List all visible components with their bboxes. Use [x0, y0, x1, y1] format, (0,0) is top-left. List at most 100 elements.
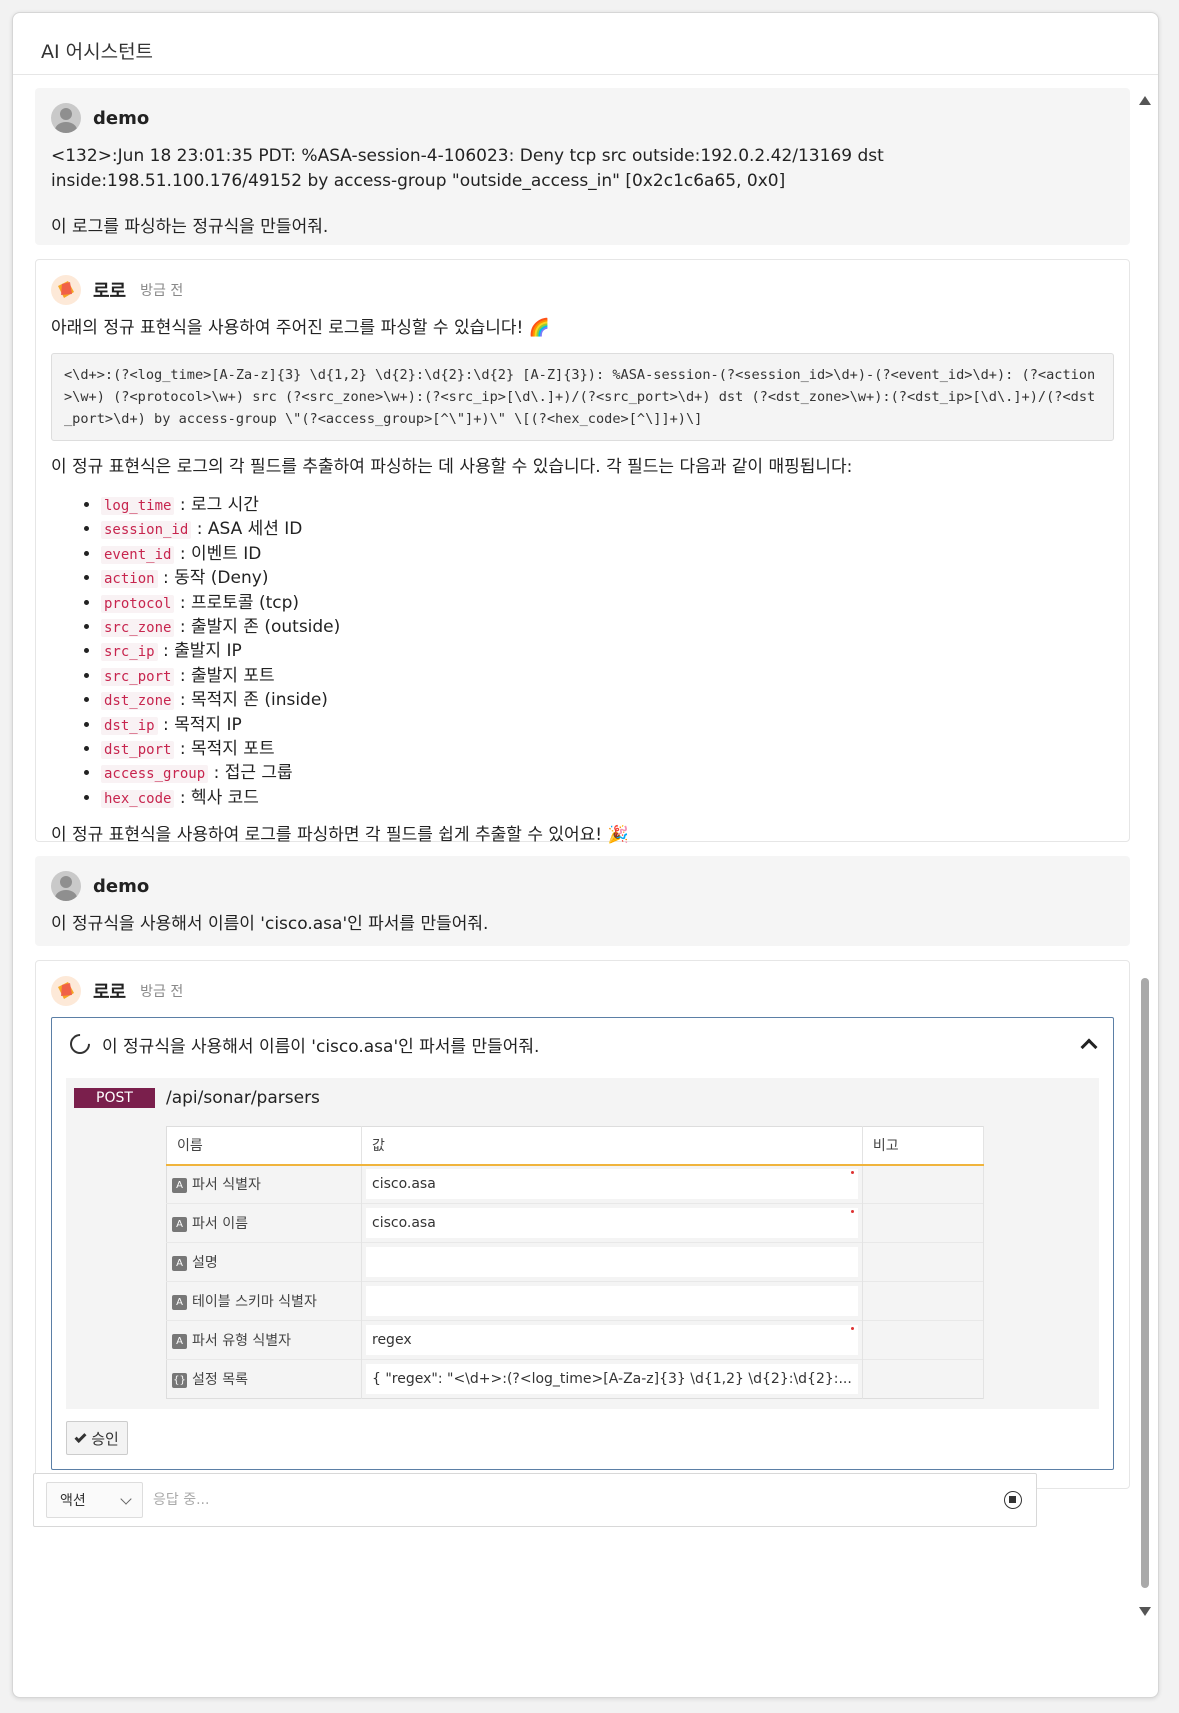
param-value-cell: cisco.asa [361, 1164, 863, 1204]
field-code: event_id [101, 545, 175, 564]
param-value-cell: cisco.asa [361, 1203, 863, 1243]
user-avatar-icon [51, 871, 81, 901]
param-name-cell: A 테이블 스키마 식별자 [166, 1281, 362, 1321]
param-name-cell: A 설명 [166, 1242, 362, 1282]
field-code: action [101, 570, 158, 589]
table-row: A 테이블 스키마 식별자 [166, 1281, 985, 1321]
chevron-down-icon [120, 1493, 132, 1505]
field-code: src_ip [101, 643, 158, 662]
table-row: {} 설정 목록 { "regex": "<\d+>:(?<log_time>[A-… [166, 1359, 985, 1399]
param-name: 파서 식별자 [192, 1177, 261, 1194]
field-code: src_zone [101, 619, 175, 638]
type-badge-icon: A [172, 1255, 187, 1271]
param-name-cell: {} 설정 목록 [166, 1359, 362, 1399]
param-name: 파서 이름 [192, 1216, 248, 1232]
list-item: dst_port : 목적지 포트 [101, 738, 1114, 762]
type-badge-icon: A [172, 1294, 187, 1310]
field-list: log_time : 로그 시간session_id : ASA 세션 IDev… [101, 494, 1114, 811]
scroll-thumb[interactable] [1141, 978, 1149, 1588]
scroll-up-icon[interactable] [1139, 96, 1151, 105]
param-value-cell [361, 1281, 863, 1321]
type-badge-icon: A [172, 1177, 187, 1193]
param-value-cell: regex [361, 1320, 863, 1360]
field-code: dst_ip [101, 716, 158, 735]
approve-button[interactable]: 승인 [66, 1421, 128, 1455]
api-header: POST /api/sonar/parsers [74, 1086, 1091, 1110]
list-item: log_time : 로그 시간 [101, 494, 1114, 518]
user-message: demo <132>:Jun 18 23:01:35 PDT: %ASA-ses… [35, 88, 1130, 245]
field-label: : 프로토콜 (tcp) [179, 592, 300, 613]
list-item: src_port : 출발지 포트 [101, 665, 1114, 689]
field-label: : 출발지 존 (outside) [179, 617, 341, 638]
list-item: src_zone : 출발지 존 (outside) [101, 616, 1114, 640]
param-name: 설명 [192, 1255, 218, 1271]
param-name: 파서 유형 식별자 [192, 1333, 292, 1349]
field-label: : 접근 그룹 [213, 763, 293, 784]
type-badge-icon: A [172, 1333, 187, 1349]
param-name-cell: A 파서 이름 [166, 1203, 362, 1243]
task-header[interactable]: 이 정규식을 사용해서 이름이 'cisco.asa'인 파서를 만들어줘. [65, 1029, 1099, 1059]
task-panel: 이 정규식을 사용해서 이름이 'cisco.asa'인 파서를 만들어줘. P… [51, 1017, 1114, 1470]
param-value-cell: { "regex": "<\d+>:(?<log_time>[A-Za-z]{3… [361, 1359, 863, 1399]
http-method-badge: POST [74, 1088, 155, 1108]
assistant-message: 로로 방금 전 아래의 정규 표현식을 사용하여 주어진 로그를 파싱할 수 있… [35, 259, 1130, 845]
column-header-name: 이름 [166, 1126, 362, 1166]
action-select[interactable]: 액션 [46, 1482, 143, 1518]
field-code: protocol [101, 594, 175, 613]
chat-scroll-area[interactable]: demo <132>:Jun 18 23:01:35 PDT: %ASA-ses… [35, 88, 1130, 1618]
regex-code-block[interactable]: <\d+>:(?<log_time>[A-Za-z]{3} \d{1,2} \d… [51, 353, 1114, 441]
column-header-note: 비고 [862, 1126, 985, 1166]
field-code: log_time [101, 497, 175, 515]
list-item: hex_code : 헥사 코드 [101, 787, 1114, 811]
scrollbar[interactable] [1138, 88, 1152, 1618]
user-avatar-icon [51, 103, 81, 133]
param-value-input[interactable] [366, 1286, 858, 1316]
scroll-down-icon[interactable] [1139, 1607, 1151, 1616]
param-name-cell: A 파서 유형 식별자 [166, 1320, 362, 1360]
bot-logo-icon [51, 976, 81, 1006]
assistant-name: 로로 [93, 982, 127, 1003]
required-indicator [850, 1327, 854, 1330]
message-header: demo [51, 102, 1114, 134]
chat-input[interactable] [153, 1482, 1004, 1518]
list-item: action : 동작 (Deny) [101, 567, 1114, 591]
required-indicator [850, 1171, 854, 1175]
chevron-up-icon[interactable] [1080, 1038, 1098, 1056]
param-value-input[interactable]: cisco.asa [366, 1169, 858, 1200]
user-name: demo [93, 875, 150, 897]
param-value-input[interactable] [366, 1247, 858, 1277]
stop-icon[interactable] [1004, 1491, 1022, 1509]
message-header: demo [51, 870, 1114, 902]
log-text: <132>:Jun 18 23:01:35 PDT: %ASA-session-… [51, 146, 884, 191]
list-item: access_group : 접근 그룹 [101, 762, 1114, 786]
table-row: A 파서 식별자 cisco.asa [166, 1164, 985, 1204]
param-value-input[interactable]: { "regex": "<\d+>:(?<log_time>[A-Za-z]{3… [366, 1364, 858, 1394]
field-label: : 동작 (Deny) [162, 568, 269, 589]
field-label: : ASA 세션 ID [196, 519, 303, 540]
field-code: session_id [101, 521, 192, 540]
api-request-panel: POST /api/sonar/parsers 이름 값 비고 A 파서 식별자 c… [66, 1078, 1099, 1409]
field-label: : 목적지 포트 [179, 739, 275, 760]
field-code: hex_code [101, 789, 175, 808]
field-code: dst_zone [101, 692, 175, 711]
chat-input-bar: 액션 [33, 1473, 1037, 1527]
param-value-cell [361, 1242, 863, 1282]
field-label: : 목적지 존 (inside) [179, 690, 328, 711]
assistant-message: 로로 방금 전 이 정규식을 사용해서 이름이 'cisco.asa'인 파서를… [35, 960, 1130, 1489]
window-title: AI 어시스턴트 [13, 13, 1158, 75]
list-item: dst_zone : 목적지 존 (inside) [101, 689, 1114, 713]
list-item: session_id : ASA 세션 ID [101, 518, 1114, 542]
message-time: 방금 전 [140, 283, 184, 299]
api-path: /api/sonar/parsers [166, 1088, 320, 1108]
param-note-cell [862, 1242, 985, 1282]
task-title: 이 정규식을 사용해서 이름이 'cisco.asa'인 파서를 만들어줘. [102, 1036, 540, 1057]
table-row: A 설명 [166, 1242, 985, 1282]
param-value-input[interactable]: cisco.asa [366, 1208, 858, 1238]
type-badge-icon: {} [172, 1372, 187, 1388]
param-note-cell [862, 1320, 985, 1360]
outro-text: 이 정규 표현식을 사용하여 로그를 파싱하면 각 필드를 쉽게 추출할 수 있… [51, 825, 629, 846]
param-value: { "regex": "<\d+>:(?<log_time>[A-Za-z]{3… [372, 1371, 852, 1387]
field-label: : 출발지 IP [162, 641, 242, 662]
params-table: 이름 값 비고 A 파서 식별자 cisco.asa A 파서 이름 cisco.asa A… [166, 1126, 985, 1399]
param-value-input[interactable]: regex [366, 1325, 858, 1355]
